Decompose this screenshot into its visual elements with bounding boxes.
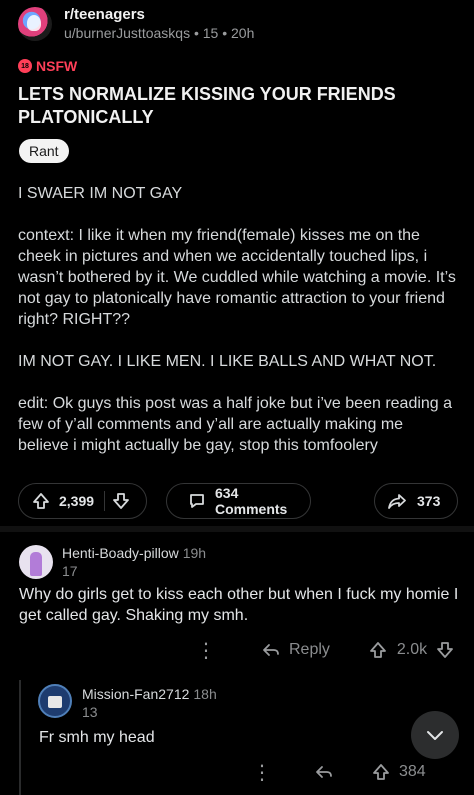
thread-line [19, 680, 21, 795]
downvote-icon[interactable] [111, 491, 131, 511]
post-action-bar: 2,399 634 Comments 373 [18, 483, 458, 519]
avatar[interactable] [19, 545, 53, 579]
more-dots-icon[interactable]: ⋮ [252, 760, 272, 785]
post-body-paragraph: IM NOT GAY. I LIKE MEN. I LIKE BALLS AND… [18, 353, 437, 370]
reply-icon[interactable] [261, 640, 281, 660]
comment-actions: ⋮ Reply 2.0k [196, 635, 455, 665]
comment-vote-count: 384 [399, 763, 426, 780]
comments-count: 634 Comments [215, 485, 288, 517]
post-body-paragraph: context: I like it when my friend(female… [18, 227, 456, 328]
upvote-icon[interactable] [368, 640, 388, 660]
subreddit-name[interactable]: r/teenagers [64, 5, 254, 24]
post-meta: r/teenagers u/burnerJusttoaskqs • 15 • 2… [64, 5, 254, 43]
scroll-down-button[interactable] [411, 711, 459, 759]
comment-vote-count: 2.0k [396, 641, 428, 658]
post-vote-pill: 2,399 [18, 483, 147, 519]
post-title: LETS NORMALIZE KISSING YOUR FRIENDS PLAT… [18, 84, 396, 127]
chevron-down-icon [423, 723, 447, 747]
share-count: 373 [417, 493, 441, 509]
post-body: I SWAER IM NOT GAY context: I like it wh… [18, 183, 458, 477]
comment-author[interactable]: Henti-Boady-pillow [62, 545, 179, 561]
comment-text: Why do girls get to kiss each other but … [19, 586, 459, 624]
upvote-icon[interactable] [371, 762, 391, 782]
section-divider [0, 526, 474, 532]
comment-author-line: Henti-Boady-pillow 19h [62, 545, 206, 561]
post-body-paragraph: I SWAER IM NOT GAY [18, 185, 183, 202]
nsfw-icon: 18 [18, 59, 32, 73]
post-header: r/teenagers u/burnerJusttoaskqs • 15 • 2… [18, 2, 254, 46]
comment-score: 17 [62, 563, 78, 579]
comment-text: Fr smh my head [39, 729, 155, 746]
comment-time: 19h [182, 545, 207, 561]
post-flair[interactable]: Rant [19, 139, 69, 163]
post-body-paragraph: edit: Ok guys this post was a half joke … [18, 395, 453, 454]
subreddit-avatar[interactable] [18, 7, 52, 41]
comment-author[interactable]: Mission-Fan2712 [82, 686, 189, 702]
nsfw-label: NSFW [36, 58, 78, 74]
comments-button[interactable]: 634 Comments [166, 483, 311, 519]
reply-button[interactable]: Reply [289, 641, 330, 659]
comment-score: 13 [82, 704, 98, 720]
more-dots-icon[interactable]: ⋮ [196, 638, 216, 663]
comment-time: 18h [193, 686, 217, 702]
share-button[interactable]: 373 [374, 483, 458, 519]
nsfw-tag: 18 NSFW [18, 58, 77, 74]
vote-separator [104, 491, 106, 511]
post-byline: u/burnerJusttoaskqs • 15 • 20h [64, 25, 255, 41]
reply-icon[interactable] [314, 762, 334, 782]
comment-author-line: Mission-Fan2712 18h [82, 686, 217, 702]
post-vote-count: 2,399 [59, 493, 95, 509]
avatar[interactable] [38, 684, 72, 718]
share-icon [387, 491, 407, 511]
comment-icon [187, 491, 207, 511]
comment-actions: ⋮ 384 [252, 757, 426, 787]
upvote-icon[interactable] [31, 491, 51, 511]
downvote-icon[interactable] [435, 640, 455, 660]
